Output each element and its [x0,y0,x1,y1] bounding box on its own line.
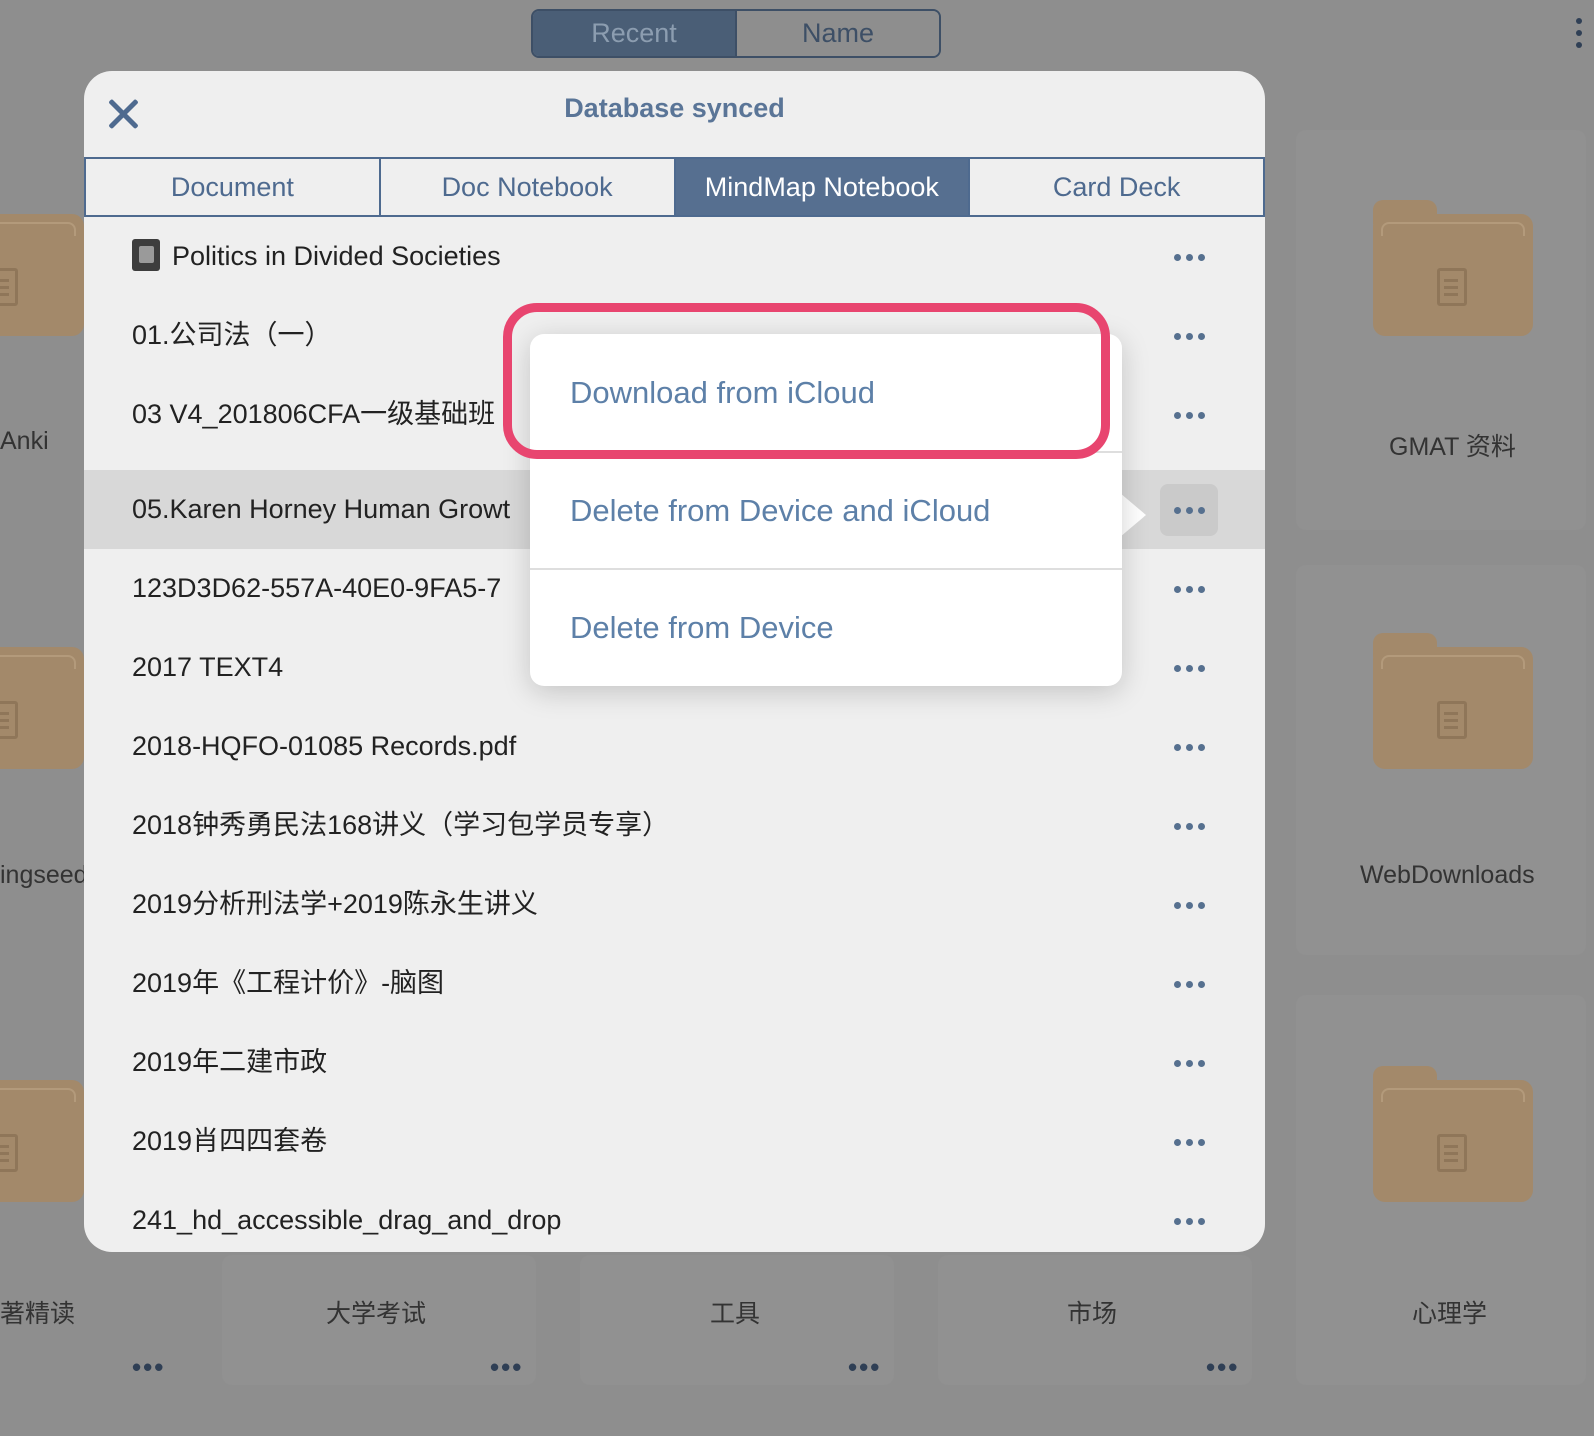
list-item[interactable]: 2019年《工程计价》-脑图 [84,944,1265,1023]
notebook-type-tabs: Document Doc Notebook MindMap Notebook C… [84,157,1265,217]
folder-label: 心理学 [1412,1300,1488,1328]
tab-document[interactable]: Document [86,159,379,215]
more-options-icon[interactable] [1160,231,1218,283]
list-item[interactable]: 241_hd_accessible_drag_and_drop [84,1181,1265,1252]
item-title: 2019肖四四套卷 [132,1126,328,1156]
folder-label: 工具 [710,1300,761,1328]
dialog-header: Database synced [84,71,1265,159]
more-options-icon[interactable] [1160,958,1218,1010]
item-title: 2019分析刑法学+2019陈永生讲义 [132,889,538,919]
more-options-icon[interactable] [1160,721,1218,773]
item-title: 2018钟秀勇民法168讲义（学习包学员专享） [132,810,670,840]
more-options-icon[interactable] [1160,389,1218,441]
more-menu-icon[interactable] [1576,18,1582,48]
folder-more-button[interactable]: ••• [848,1352,881,1383]
item-title: 2018-HQFO-01085 Records.pdf [132,731,517,761]
folder-icon [0,633,84,769]
item-title: 03 V4_201806CFA一级基础班 [132,399,496,429]
delete-from-device-and-icloud-button[interactable]: Delete from Device and iCloud [530,451,1122,568]
item-title: 123D3D62-557A-40E0-9FA5-7 [132,573,502,603]
tab-mindmap-notebook[interactable]: MindMap Notebook [673,159,969,215]
more-options-icon[interactable] [1160,800,1218,852]
folder-label: WebDownloads [1360,861,1535,889]
item-title: 241_hd_accessible_drag_and_drop [132,1205,562,1235]
folder-label: ingseed [0,861,88,889]
more-options-icon[interactable] [1160,310,1218,362]
more-options-icon[interactable] [1160,1116,1218,1168]
sort-option-name[interactable]: Name [735,11,939,56]
list-item[interactable]: 2019年二建市政 [84,1023,1265,1102]
tab-card-deck[interactable]: Card Deck [968,159,1263,215]
list-item[interactable]: Politics in Divided Societies [84,217,1265,296]
more-options-icon[interactable] [1160,642,1218,694]
delete-from-device-button[interactable]: Delete from Device [530,568,1122,685]
item-title: 2019年《工程计价》-脑图 [132,968,445,998]
popover-arrow [1120,493,1146,537]
item-title: 05.Karen Horney Human Growt [132,494,511,524]
folder-label: 著精读 [0,1300,76,1328]
dialog-title: Database synced [564,93,785,123]
folder-icon [1373,200,1533,336]
folder-label: Anki [0,427,49,455]
folder-icon [1373,1066,1533,1202]
folder-more-button[interactable]: ••• [1206,1352,1239,1383]
item-title: Politics in Divided Societies [172,241,501,271]
sort-option-recent[interactable]: Recent [533,11,735,56]
more-options-icon[interactable] [1160,484,1218,536]
list-item[interactable]: 2019肖四四套卷 [84,1102,1265,1181]
item-title: 2017 TEXT4 [132,652,284,682]
item-title: 01.公司法（一） [132,320,332,350]
folder-label: 大学考试 [326,1300,427,1328]
sort-segmented-control[interactable]: Recent Name [531,9,941,58]
item-title: 2019年二建市政 [132,1047,328,1077]
more-options-icon[interactable] [1160,563,1218,615]
folder-label: 市场 [1067,1300,1118,1328]
list-item[interactable]: 2019分析刑法学+2019陈永生讲义 [84,865,1265,944]
folder-icon [1373,633,1533,769]
list-item[interactable]: 2018-HQFO-01085 Records.pdf [84,707,1265,786]
notebook-icon [132,238,160,271]
list-item[interactable]: 2018钟秀勇民法168讲义（学习包学员专享） [84,786,1265,865]
highlight-annotation [503,303,1110,459]
folder-icon [0,1066,84,1202]
folder-label: GMAT 资料 [1389,433,1516,461]
more-options-icon[interactable] [1160,1195,1218,1247]
tab-doc-notebook[interactable]: Doc Notebook [378,159,674,215]
folder-icon [0,200,84,336]
more-options-icon[interactable] [1160,879,1218,931]
folder-more-button[interactable]: ••• [490,1352,523,1383]
more-options-icon[interactable] [1160,1037,1218,1089]
folder-more-button[interactable]: ••• [132,1352,165,1383]
